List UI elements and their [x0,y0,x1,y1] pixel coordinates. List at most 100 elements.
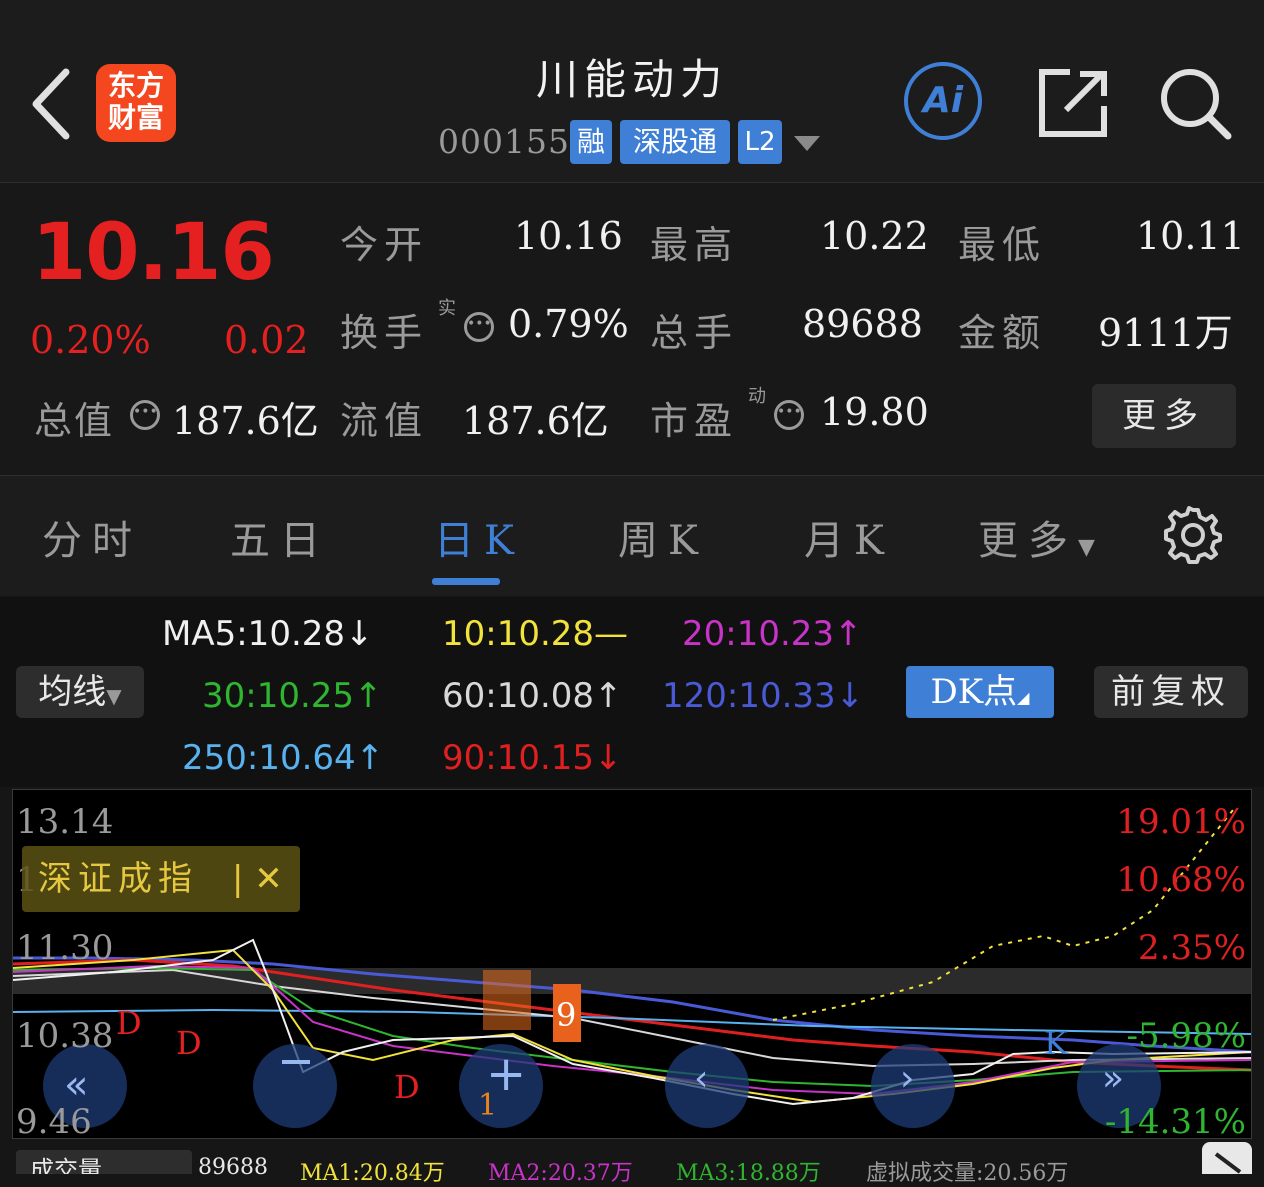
share-icon[interactable] [1036,66,1110,140]
tab-monthly-k[interactable]: 月K [804,508,894,566]
d-signal-marker: D [394,1068,420,1106]
collapse-panel-button[interactable] [1202,1142,1252,1174]
tab-more[interactable]: 更多▼ [978,508,1095,566]
plus-icon: + [486,1046,527,1102]
back-arrow-icon[interactable] [28,66,76,142]
k-signal-marker: K [1044,1024,1068,1062]
l2-tag: L2 [738,120,782,164]
low-value: 10.11 [1136,214,1245,258]
double-chevron-left-icon: « [64,1062,89,1108]
pe-info-icon[interactable]: ••• [774,400,804,430]
change-percent: 0.20% [30,318,151,362]
pct-label-3: 2.35% [1137,928,1246,968]
kline-chart-area[interactable] [12,789,1252,1139]
tab-five-day[interactable]: 五日 [230,508,330,566]
turnover-label: 换手 [340,311,429,355]
vol-ma1-readout: MA1:20.84万 [300,1161,445,1186]
pct-label-top: 19.01% [1116,802,1246,842]
eastmoney-logo: 东方 财富 [96,64,176,142]
pe-dynamic-mark: 动 [748,386,766,407]
stock-code: 000155 [438,122,570,161]
y-axis-label-bottom: 9.46 [16,1102,92,1142]
close-icon[interactable]: | ✕ [232,846,283,912]
double-chevron-right-icon: » [1102,1058,1125,1099]
nine-turn-label: 9 [556,996,577,1034]
ma10-value: 10:10.28— [442,614,629,654]
ma90-value: 90:10.15↓ [442,738,623,778]
indicator-selector-label: 成交量 [30,1156,102,1174]
turnover-value: 0.79% [508,302,629,346]
tab-weekly-k[interactable]: 周K [618,508,708,566]
pe-label: 市盈 [650,399,739,443]
virtual-volume-readout: 虚拟成交量:20.56万 [866,1161,1069,1186]
turnover-info-icon[interactable]: ••• [464,312,494,342]
index-overlay-label: 深证成指 [38,859,198,899]
pct-label-4: -5.98% [1126,1016,1247,1056]
y-axis-label-4: 10.38 [16,1016,114,1056]
volume-label: 总手 [650,311,739,355]
float-cap-label: 流值 [340,399,429,443]
d-signal-marker: D [116,1004,142,1042]
gear-icon[interactable] [1162,504,1224,566]
tab-daily-k[interactable]: 日K [434,508,524,566]
corner-triangle-icon: ◢ [1017,688,1030,707]
vol-ma3-readout: MA3:18.88万 [676,1161,821,1186]
last-price: 10.16 [32,208,275,298]
ma5-value: MA5:10.28↓ [162,614,374,654]
y-axis-label-3: 11.30 [16,928,114,968]
pct-label-2: 10.68% [1116,860,1246,900]
ma-selector-label: 均线 [38,672,107,712]
ma250-value: 250:10.64↑ [182,738,385,778]
signal-highlight-box [483,970,531,1030]
search-icon[interactable] [1158,66,1232,140]
dk-point-label: DK点 [930,672,1018,712]
more-quote-button[interactable]: 更多 [1092,384,1236,448]
market-cap-info-icon[interactable]: ••• [130,400,160,430]
ai-assistant-icon[interactable]: Ai [904,62,982,140]
d-signal-marker: D [176,1024,202,1062]
open-label: 今开 [340,223,429,267]
chevron-down-icon: ▼ [106,684,122,708]
tab-intraday[interactable]: 分时 [42,508,142,566]
amount-label: 金额 [958,311,1047,355]
zoom-out-button [253,1044,337,1128]
pct-label-bottom: -14.31% [1104,1102,1246,1142]
diagonal-arrow-icon [1214,1152,1242,1174]
connect-tag: 深股通 [620,120,730,164]
vol-ma2-readout: MA2:20.37万 [488,1161,633,1186]
active-tab-indicator [432,578,500,585]
ma60-value: 60:10.08↑ [442,676,623,716]
minus-icon [282,1060,310,1064]
chevron-left-icon: ‹ [694,1058,709,1099]
margin-tag: 融 [570,120,612,164]
volume-value: 89688 [802,302,923,346]
ma120-value: 120:10.33↓ [662,676,865,716]
price-adjust-button[interactable]: 前复权 [1094,666,1248,718]
ma-selector-dropdown[interactable]: 均线▼ [16,666,144,718]
high-value: 10.22 [820,214,929,258]
y-axis-label-top: 13.14 [16,802,114,842]
amount-value: 9111万 [1098,311,1233,355]
tab-more-label: 更多 [978,518,1078,564]
market-cap-value: 187.6亿 [172,399,319,443]
kline-chart-svg [13,809,1251,1128]
float-cap-value: 187.6亿 [462,399,609,443]
high-label: 最高 [650,223,739,267]
dk-point-button[interactable]: DK点◢ [906,666,1054,718]
low-label: 最低 [958,223,1047,267]
stock-info-dropdown-icon[interactable] [794,136,820,151]
ma20-value: 20:10.23↑ [682,614,863,654]
price-band-highlight [13,968,1251,994]
volume-readout: 89688 [198,1155,268,1180]
index-overlay-chip[interactable]: 深证成指 | ✕ [22,846,300,912]
open-value: 10.16 [514,214,623,258]
chevron-right-icon: › [900,1058,915,1099]
turnover-realtime-mark: 实 [438,298,456,319]
stock-name-title: 川能动力 [535,55,728,104]
pe-value: 19.80 [820,390,929,434]
chevron-down-icon: ▼ [1078,535,1095,560]
ma30-value: 30:10.25↑ [202,676,383,716]
market-cap-label: 总值 [34,399,115,443]
change-amount: 0.02 [224,318,309,362]
indicator-selector-dropdown[interactable]: 成交量 [16,1150,192,1174]
